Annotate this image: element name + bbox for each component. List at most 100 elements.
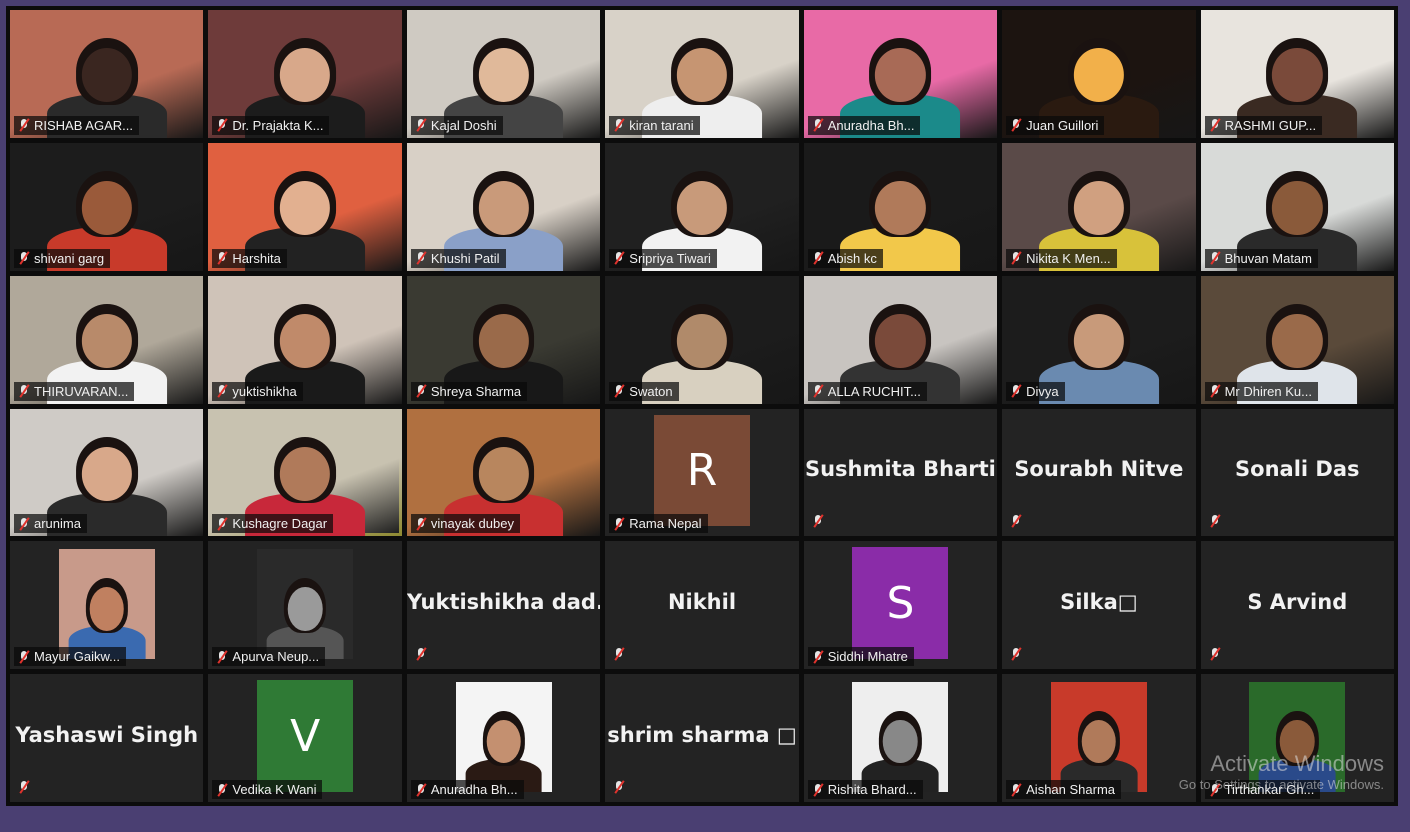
participant-name: RISHAB AGAR...: [34, 117, 133, 133]
participant-tile-anuradha-bh[interactable]: Anuradha Bh...: [803, 10, 998, 138]
participant-tile-rishita-bhard[interactable]: Rishita Bhard...: [803, 674, 998, 802]
participant-tile-silka[interactable]: Silka□: [1002, 541, 1196, 670]
zoom-gallery-window: RISHAB AGAR... Dr. Prajakta K... Kajal Dos…: [6, 6, 1398, 806]
muted-mic-icon: [613, 118, 625, 132]
participant-name-label: shivani garg: [14, 248, 111, 268]
participant-name-label: Anuradha Bh...: [410, 780, 524, 799]
participant-name-label: Khushi Patil: [410, 248, 506, 268]
participant-name-label: Juan Guillori: [1006, 115, 1105, 135]
participant-name: Nikita K Men...: [1026, 250, 1111, 266]
participant-name: Kushagre Dagar: [232, 516, 328, 532]
participant-name-label: Swaton: [609, 381, 679, 401]
muted-mic-icon: [812, 650, 824, 664]
participant-name: Sripriya Tiwari: [629, 250, 711, 266]
participant-tile-kushagre-dagar[interactable]: Kushagre Dagar: [208, 408, 402, 537]
participant-tile-shrim-sharma[interactable]: shrim sharma □: [605, 674, 799, 802]
participant-name: Mr Dhiren Ku...: [1224, 383, 1312, 399]
participant-tile-vinayak-dubey[interactable]: vinayak dubey: [406, 408, 601, 537]
muted-mic-icon: [1209, 647, 1221, 661]
muted-mic-icon: [613, 384, 625, 398]
muted-mic-icon: [415, 118, 427, 132]
participant-tile-khushi-patil[interactable]: Khushi Patil: [406, 142, 601, 271]
participant-display-name: Sonali Das: [1235, 457, 1360, 482]
participant-display-name: S Arvind: [1247, 589, 1348, 614]
participant-tile-arunima[interactable]: arunima: [10, 408, 204, 537]
muted-mic-icon: [415, 251, 427, 265]
muted-mic-icon: [613, 647, 625, 661]
participant-display-name: shrim sharma □: [607, 722, 797, 747]
muted-mic-icon: [812, 118, 824, 132]
muted-mic-icon: [1209, 251, 1221, 265]
participant-tile-swaton[interactable]: Swaton: [605, 275, 799, 404]
participant-tile-juan-guillori[interactable]: Juan Guillori: [1002, 10, 1196, 138]
participant-tile-abish-kc[interactable]: Abish kc: [803, 142, 998, 271]
participant-tile-kajal-doshi[interactable]: Kajal Doshi: [406, 10, 601, 138]
participant-tile-dr-prajakta-k[interactable]: Dr. Prajakta K...: [208, 10, 402, 138]
participant-tile-nikita-k-men[interactable]: Nikita K Men...: [1002, 142, 1196, 271]
participant-name-label: Vedika K Wani: [212, 780, 323, 799]
participant-tile-harshita[interactable]: Harshita: [208, 142, 402, 271]
participant-name-label: RASHMI GUP...: [1204, 115, 1323, 135]
participant-name-label: RISHAB AGAR...: [14, 115, 139, 135]
participant-name: Aishan Sharma: [1026, 782, 1116, 797]
participant-tile-rishab-agar[interactable]: RISHAB AGAR...: [10, 10, 204, 138]
participant-name: Bhuvan Matam: [1224, 250, 1312, 266]
participant-tile-mayur-gaikw[interactable]: Mayur Gaikw...: [10, 541, 204, 670]
muted-mic-icon: [613, 780, 625, 794]
participant-tile-bhuvan-matam[interactable]: Bhuvan Matam: [1200, 142, 1394, 271]
participant-display-name: Nikhil: [667, 589, 737, 614]
participant-name-label: Kajal Doshi: [410, 115, 503, 135]
muted-mic-icon: [18, 118, 30, 132]
muted-mic-icon: [216, 517, 228, 531]
participant-tile-shreya-sharma[interactable]: Shreya Sharma: [406, 275, 601, 404]
participant-tile-sushmita-bharti[interactable]: Sushmita Bharti: [803, 408, 998, 537]
participant-name-label: Rama Nepal: [609, 514, 708, 534]
participant-tile-thiruvaran[interactable]: THIRUVARAN...: [10, 275, 204, 404]
participant-name: Dr. Prajakta K...: [232, 117, 324, 133]
participant-name: Abish kc: [827, 250, 877, 266]
participant-tile-alla-ruchit[interactable]: ALLA RUCHIT...: [803, 275, 998, 404]
muted-mic-icon: [18, 384, 30, 398]
muted-mic-icon: [216, 251, 228, 265]
participant-tile-sonali-das[interactable]: Sonali Das: [1200, 408, 1394, 537]
muted-mic-icon: [18, 780, 30, 794]
participant-name-label: Shreya Sharma: [410, 381, 528, 401]
participant-name-label: Rishita Bhard...: [807, 780, 923, 799]
participant-profile-photo: [257, 549, 354, 660]
participant-tile-shivani-garg[interactable]: shivani garg: [10, 142, 204, 271]
participant-name-label: Sripriya Tiwari: [609, 248, 717, 268]
participant-tile-vedika-k-wani[interactable]: V Vedika K Wani: [208, 674, 402, 802]
participant-tile-yuktishikha-dad[interactable]: Yuktishikha dad...: [406, 541, 601, 670]
participant-tile-divya[interactable]: Divya: [1002, 275, 1196, 404]
participant-tile-rashmi-gup[interactable]: RASHMI GUP...: [1200, 10, 1394, 138]
participant-tile-sripriya-tiwari[interactable]: Sripriya Tiwari: [605, 142, 799, 271]
participant-tile-anuradha-bh[interactable]: Anuradha Bh...: [406, 674, 601, 802]
participant-tile-mr-dhiren-ku[interactable]: Mr Dhiren Ku...: [1200, 275, 1394, 404]
muted-mic-icon: [415, 783, 427, 797]
muted-mic-icon: [216, 783, 228, 797]
avatar-initial: R: [653, 414, 750, 527]
participant-profile-photo: [852, 682, 949, 792]
participant-name-label: Tirthankar Gh...: [1204, 780, 1321, 799]
participant-tile-siddhi-mhatre[interactable]: S Siddhi Mhatre: [803, 541, 998, 670]
muted-mic-icon: [415, 384, 427, 398]
participant-profile-photo: [58, 549, 155, 660]
participant-tile-nikhil[interactable]: Nikhil: [605, 541, 799, 670]
participant-name-label: ALLA RUCHIT...: [807, 381, 927, 401]
participant-tile-rama-nepal[interactable]: R Rama Nepal: [605, 408, 799, 537]
participant-tile-sourabh-nitve[interactable]: Sourabh Nitve: [1002, 408, 1196, 537]
participant-name: THIRUVARAN...: [34, 383, 129, 399]
muted-mic-icon: [1010, 647, 1022, 661]
participant-tile-yuktishikha[interactable]: yuktishikha: [208, 275, 402, 404]
avatar-initial: V: [257, 680, 354, 792]
participant-name: vinayak dubey: [430, 516, 514, 532]
participant-tile-tirthankar-gh[interactable]: Tirthankar Gh...: [1200, 674, 1394, 802]
participant-tile-kiran-tarani[interactable]: kiran tarani: [605, 10, 799, 138]
participant-tile-aishan-sharma[interactable]: Aishan Sharma: [1002, 674, 1196, 802]
participant-tile-yashaswi-singh[interactable]: Yashaswi Singh: [10, 674, 204, 802]
participant-tile-apurva-neup[interactable]: Apurva Neup...: [208, 541, 402, 670]
participant-name-label: yuktishikha: [212, 381, 303, 401]
participant-name: shivani garg: [34, 250, 105, 266]
participant-tile-s-arvind[interactable]: S Arvind: [1200, 541, 1394, 670]
muted-mic-icon: [812, 384, 824, 398]
